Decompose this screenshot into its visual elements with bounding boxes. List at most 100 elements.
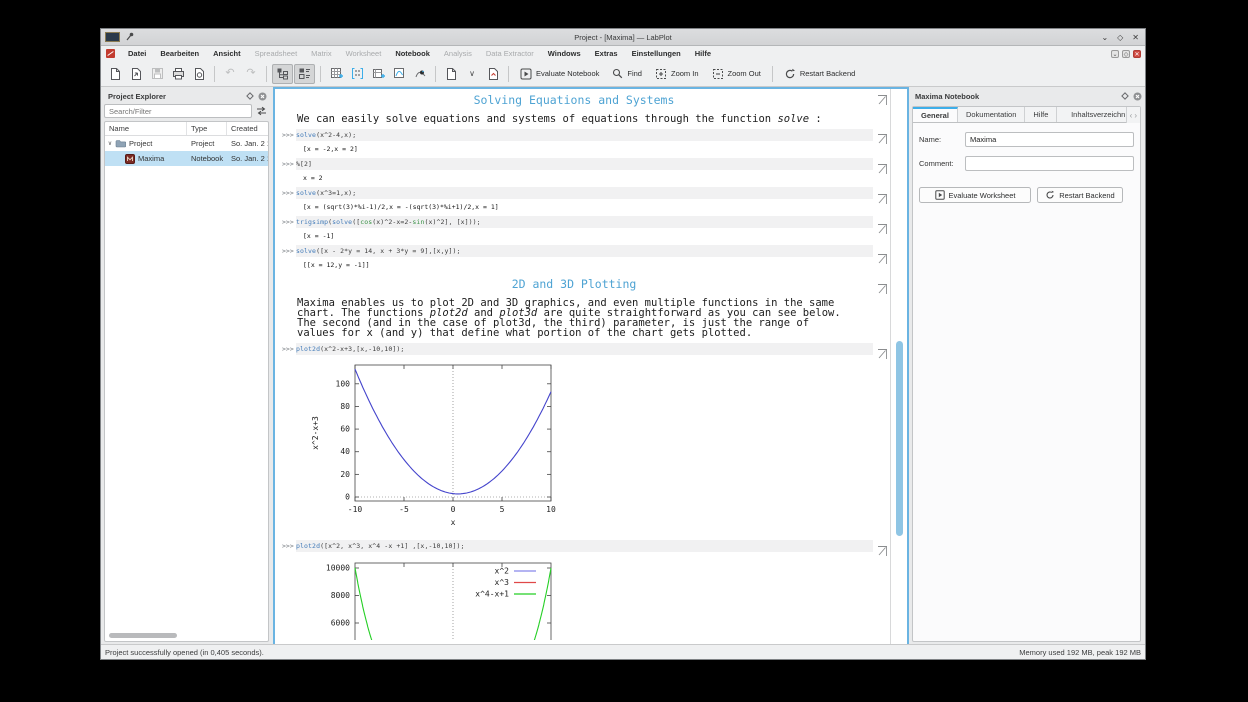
notebook-heading-1[interactable]: Solving Equations and Systems	[275, 93, 873, 107]
cell-code-input[interactable]: solve (x^2-4,x);	[296, 129, 873, 141]
cell-fold-marker-icon[interactable]	[876, 222, 888, 234]
maximize-button[interactable]: ◇	[1117, 33, 1123, 42]
tab-scroll-right-icon[interactable]: ›	[1134, 111, 1137, 120]
cell-prompt: >>>	[282, 189, 294, 197]
subwindow-restore-button[interactable]: ◇	[1122, 49, 1130, 58]
tab-scroll-left-icon[interactable]: ‹	[1130, 111, 1133, 120]
toggle-properties-explorer-button[interactable]	[294, 63, 315, 84]
menu-item-notebook[interactable]: Notebook	[388, 49, 437, 58]
redo-button[interactable]: ↷	[241, 64, 261, 84]
notebook-scrollbar[interactable]	[895, 89, 904, 644]
cell-fold-marker-icon[interactable]	[876, 544, 888, 556]
close-dock-icon[interactable]	[1133, 92, 1142, 101]
tree-horizontal-scrollbar[interactable]	[107, 632, 266, 639]
notebook-code-cell[interactable]: >>> solve (x^3=1,x);	[275, 187, 873, 199]
new-project-button[interactable]	[105, 64, 125, 84]
save-icon	[151, 68, 163, 79]
tree-item-project-label[interactable]: Project	[129, 139, 152, 148]
tree-row-maxima[interactable]: Maxima Notebook So. Jan. 2 18:	[105, 151, 268, 166]
tab-general[interactable]: General	[913, 107, 958, 122]
menu-item-einstellungen[interactable]: Einstellungen	[625, 49, 688, 58]
new-datapicker-button[interactable]	[410, 64, 430, 84]
zoom-out-button[interactable]: Zoom Out	[706, 64, 767, 84]
toggle-project-explorer-button[interactable]	[272, 63, 293, 84]
cell-code-input[interactable]: trigsimp(solve([cos (x)^2-x=2- sin (x)^2], …	[296, 216, 873, 228]
notebook-code-cell[interactable]: >>> solve (x^2-4,x);	[275, 129, 873, 141]
restart-backend-panel-button[interactable]: Restart Backend	[1037, 187, 1123, 203]
notebook-paragraph-1[interactable]: We can easily solve equations and system…	[297, 114, 853, 125]
notebook-code-cell[interactable]: >>> %[2]	[275, 158, 873, 170]
float-dock-icon[interactable]	[1121, 92, 1129, 100]
cell-code-input[interactable]: %[2]	[296, 158, 873, 170]
print-button[interactable]	[168, 64, 188, 84]
find-button[interactable]: Find	[606, 64, 648, 84]
notebook-code-cell[interactable]: >>> trigsimp(solve([cos (x)^2-x=2- sin (x)^2…	[275, 216, 873, 228]
name-field[interactable]	[965, 132, 1134, 147]
cell-fold-marker-icon[interactable]	[876, 93, 888, 105]
notebook-scrollbar-thumb[interactable]	[896, 341, 903, 536]
menu-item-extras[interactable]: Extras	[588, 49, 625, 58]
open-project-button[interactable]	[126, 64, 146, 84]
svg-text:60: 60	[340, 425, 350, 434]
evaluate-worksheet-button[interactable]: Evaluate Worksheet	[919, 187, 1031, 203]
undo-button[interactable]: ↶	[220, 64, 240, 84]
properties-explorer-icon	[299, 68, 310, 79]
menu-item-hilfe[interactable]: Hilfe	[688, 49, 718, 58]
subwindow-minimize-button[interactable]: ⌄	[1111, 49, 1119, 58]
tree-header-row[interactable]: Name Type Created	[105, 122, 268, 136]
svg-text:10000: 10000	[326, 564, 350, 573]
notebook-heading-2[interactable]: 2D and 3D Plotting	[275, 277, 873, 291]
cell-fold-marker-icon[interactable]	[876, 192, 888, 204]
new-worksheet-button[interactable]	[389, 64, 409, 84]
cell-fold-marker-icon[interactable]	[876, 282, 888, 294]
new-spreadsheet-button[interactable]	[326, 64, 346, 84]
notebook-paragraph-2[interactable]: Maxima enables us to plot 2D and 3D grap…	[297, 298, 853, 339]
comment-field[interactable]	[965, 156, 1134, 171]
cell-code-input[interactable]: solve ([x - 2*y = 14, x + 3*y = 9],[x,y])…	[296, 245, 873, 257]
cell-fold-marker-icon[interactable]	[876, 252, 888, 264]
filter-options-button[interactable]	[254, 104, 269, 118]
subwindow-close-button[interactable]: ✕	[1133, 49, 1141, 58]
expander-icon[interactable]: ∨	[105, 140, 115, 147]
new-maxima-notebook-button[interactable]	[483, 64, 503, 84]
column-created[interactable]: Created	[227, 122, 268, 135]
notebook-code-cell[interactable]: >>> solve ([x - 2*y = 14, x + 3*y = 9],[x,…	[275, 245, 873, 257]
tree-row-project[interactable]: ∨ Project Project So. Jan. 2 18:	[105, 136, 268, 151]
cell-fold-marker-icon[interactable]	[876, 162, 888, 174]
search-input[interactable]	[104, 104, 252, 118]
minimize-button[interactable]: ⌄	[1101, 33, 1108, 42]
new-notebook-dropdown[interactable]: ∨	[462, 64, 482, 84]
menu-item-ansicht[interactable]: Ansicht	[206, 49, 248, 58]
cell-code-input[interactable]: solve (x^3=1,x);	[296, 187, 873, 199]
tab-hilfe[interactable]: Hilfe	[1025, 107, 1058, 122]
notebook-view[interactable]: Solving Equations and Systems We can eas…	[273, 87, 909, 646]
restart-backend-button[interactable]: Restart Backend	[778, 64, 861, 84]
close-dock-icon[interactable]	[258, 92, 267, 101]
evaluate-notebook-button[interactable]: Evaluate Notebook	[514, 64, 605, 84]
notebook-code-cell[interactable]: >>> plot2d ([x^2, x^3, x^4 -x +1] ,[x,-10,…	[275, 540, 873, 552]
new-notebook-button[interactable]	[441, 64, 461, 84]
tree-item-maxima-label[interactable]: Maxima	[138, 154, 164, 163]
column-type[interactable]: Type	[187, 122, 227, 135]
cell-fold-marker-icon[interactable]	[876, 347, 888, 359]
cell-code-input[interactable]: plot2d (x^2-x+3,[x,-10,10]);	[296, 343, 873, 355]
menu-item-windows[interactable]: Windows	[541, 49, 588, 58]
tab-dokumentation[interactable]: Dokumentation	[958, 107, 1026, 122]
undo-icon: ↶	[225, 67, 235, 79]
print-preview-button[interactable]	[189, 64, 209, 84]
zoom-in-button[interactable]: Zoom In	[649, 64, 705, 84]
save-project-button[interactable]	[147, 64, 167, 84]
menu-item-bearbeiten[interactable]: Bearbeiten	[153, 49, 206, 58]
float-dock-icon[interactable]	[246, 92, 254, 100]
scrollbar-thumb[interactable]	[109, 633, 177, 638]
tree-item-maxima-created: So. Jan. 2 18:	[231, 154, 268, 163]
cell-fold-marker-icon[interactable]	[876, 132, 888, 144]
menu-item-datei[interactable]: Datei	[121, 49, 153, 58]
cell-code-input[interactable]: plot2d ([x^2, x^3, x^4 -x +1] ,[x,-10,10]…	[296, 540, 873, 552]
new-matrix-button[interactable]	[347, 64, 367, 84]
new-workbook-button[interactable]	[368, 64, 388, 84]
close-button[interactable]: ✕	[1132, 33, 1139, 42]
column-name[interactable]: Name	[105, 122, 187, 135]
svg-text:x^4-x+1: x^4-x+1	[475, 590, 509, 599]
notebook-code-cell[interactable]: >>> plot2d (x^2-x+3,[x,-10,10]);	[275, 343, 873, 355]
